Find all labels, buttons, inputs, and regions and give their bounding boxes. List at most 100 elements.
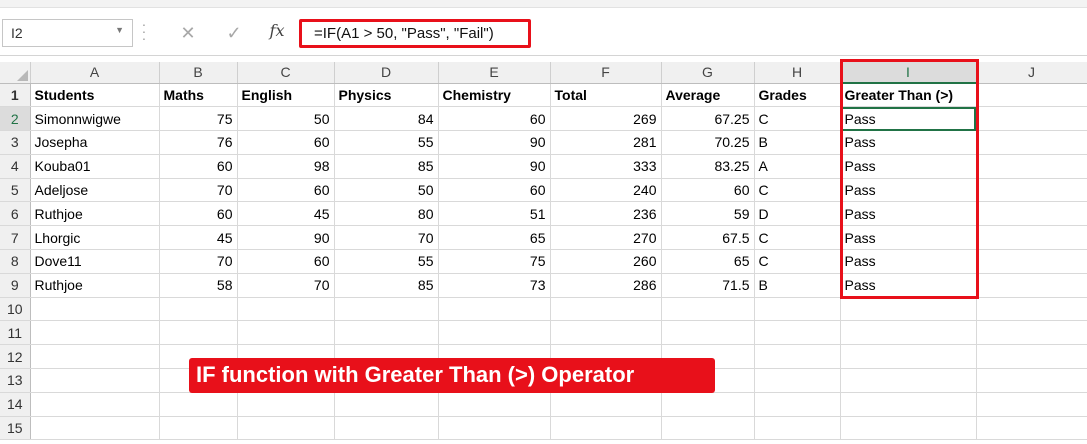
cell[interactable]: Grades <box>754 83 841 108</box>
cell[interactable]: 50 <box>237 106 335 132</box>
row-header[interactable]: 11 <box>0 320 31 346</box>
row-header[interactable]: 12 <box>0 344 31 370</box>
cell[interactable]: Maths <box>159 83 238 108</box>
cell[interactable]: Pass <box>840 201 977 227</box>
cell[interactable] <box>334 320 439 346</box>
cell[interactable] <box>976 368 1087 393</box>
cell[interactable]: 50 <box>334 178 439 203</box>
cell[interactable] <box>159 416 238 441</box>
cell[interactable] <box>550 392 662 417</box>
cell[interactable]: C <box>754 249 841 274</box>
cell[interactable] <box>976 249 1087 274</box>
cell[interactable]: 45 <box>159 225 238 251</box>
cell[interactable]: 60 <box>237 178 335 203</box>
cell[interactable]: Average <box>661 83 755 108</box>
cell[interactable] <box>976 344 1087 370</box>
cell[interactable] <box>159 320 238 346</box>
cell[interactable]: Ruthjoe <box>30 201 160 227</box>
cell[interactable]: 65 <box>661 249 755 274</box>
cell[interactable] <box>840 297 977 322</box>
cell[interactable]: 55 <box>334 130 439 155</box>
cell[interactable] <box>754 320 841 346</box>
cell[interactable]: 240 <box>550 178 662 203</box>
column-header[interactable]: B <box>159 62 238 84</box>
active-cell[interactable]: Pass <box>840 106 977 132</box>
row-header[interactable]: 13 <box>0 368 31 393</box>
cell[interactable] <box>438 297 551 322</box>
cell[interactable]: 260 <box>550 249 662 274</box>
cancel-icon[interactable]: ✕ <box>168 19 208 47</box>
cell[interactable]: 236 <box>550 201 662 227</box>
more-vertical-icon[interactable]: · · · <box>141 17 147 45</box>
cell[interactable]: 333 <box>550 154 662 179</box>
cell[interactable] <box>976 106 1087 132</box>
column-header[interactable]: H <box>754 62 841 84</box>
cell[interactable]: 70 <box>334 225 439 251</box>
row-header[interactable]: 6 <box>0 201 31 227</box>
cell[interactable] <box>237 392 335 417</box>
cell[interactable] <box>840 344 977 370</box>
row-header[interactable]: 1 <box>0 83 31 108</box>
cell[interactable]: C <box>754 106 841 132</box>
cell[interactable]: B <box>754 273 841 298</box>
cell[interactable] <box>237 416 335 441</box>
cell[interactable]: 71.5 <box>661 273 755 298</box>
cell[interactable]: 70 <box>159 178 238 203</box>
cell[interactable]: A <box>754 154 841 179</box>
cell[interactable]: Pass <box>840 130 977 155</box>
cell[interactable]: 85 <box>334 273 439 298</box>
cell[interactable]: 45 <box>237 201 335 227</box>
row-header[interactable]: 14 <box>0 392 31 417</box>
cell[interactable]: Greater Than (>) <box>840 83 977 108</box>
cell[interactable] <box>976 416 1087 441</box>
cell[interactable] <box>976 178 1087 203</box>
cell[interactable]: 281 <box>550 130 662 155</box>
cell[interactable] <box>438 320 551 346</box>
cell[interactable] <box>159 297 238 322</box>
cell[interactable] <box>976 273 1087 298</box>
cell[interactable] <box>334 392 439 417</box>
chevron-down-icon[interactable]: ▼ <box>115 25 124 35</box>
cell[interactable] <box>550 297 662 322</box>
cell[interactable]: Lhorgic <box>30 225 160 251</box>
cell[interactable] <box>550 320 662 346</box>
cell[interactable]: 60 <box>237 249 335 274</box>
cell[interactable] <box>438 416 551 441</box>
cell[interactable]: Pass <box>840 154 977 179</box>
cell[interactable]: C <box>754 178 841 203</box>
cell[interactable] <box>976 201 1087 227</box>
cell[interactable]: 70 <box>237 273 335 298</box>
cell[interactable]: 60 <box>661 178 755 203</box>
cell[interactable] <box>976 392 1087 417</box>
cell[interactable] <box>237 320 335 346</box>
cell[interactable]: B <box>754 130 841 155</box>
cell[interactable]: 67.5 <box>661 225 755 251</box>
cell[interactable] <box>661 392 755 417</box>
cell[interactable]: 90 <box>237 225 335 251</box>
cell[interactable]: 51 <box>438 201 551 227</box>
column-header[interactable]: F <box>550 62 662 84</box>
row-header[interactable]: 5 <box>0 178 31 203</box>
column-header[interactable]: G <box>661 62 755 84</box>
cell[interactable]: 269 <box>550 106 662 132</box>
cell[interactable]: 60 <box>159 201 238 227</box>
cell[interactable]: 60 <box>159 154 238 179</box>
column-header[interactable]: D <box>334 62 439 84</box>
cell[interactable]: Chemistry <box>438 83 551 108</box>
cell[interactable]: Pass <box>840 249 977 274</box>
cell[interactable]: 85 <box>334 154 439 179</box>
row-header-selected[interactable]: 2 <box>0 106 31 132</box>
cell[interactable] <box>30 297 160 322</box>
column-header[interactable]: C <box>237 62 335 84</box>
cell[interactable]: 270 <box>550 225 662 251</box>
cell[interactable] <box>237 297 335 322</box>
formula-input[interactable]: =IF(A1 > 50, "Pass", "Fail") <box>299 19 531 48</box>
cell[interactable] <box>661 320 755 346</box>
cell[interactable]: Dove11 <box>30 249 160 274</box>
cell[interactable] <box>754 392 841 417</box>
cell[interactable]: Total <box>550 83 662 108</box>
cell[interactable] <box>159 392 238 417</box>
cell[interactable]: 70.25 <box>661 130 755 155</box>
cell[interactable]: Josepha <box>30 130 160 155</box>
cell[interactable]: Simonnwigwe <box>30 106 160 132</box>
